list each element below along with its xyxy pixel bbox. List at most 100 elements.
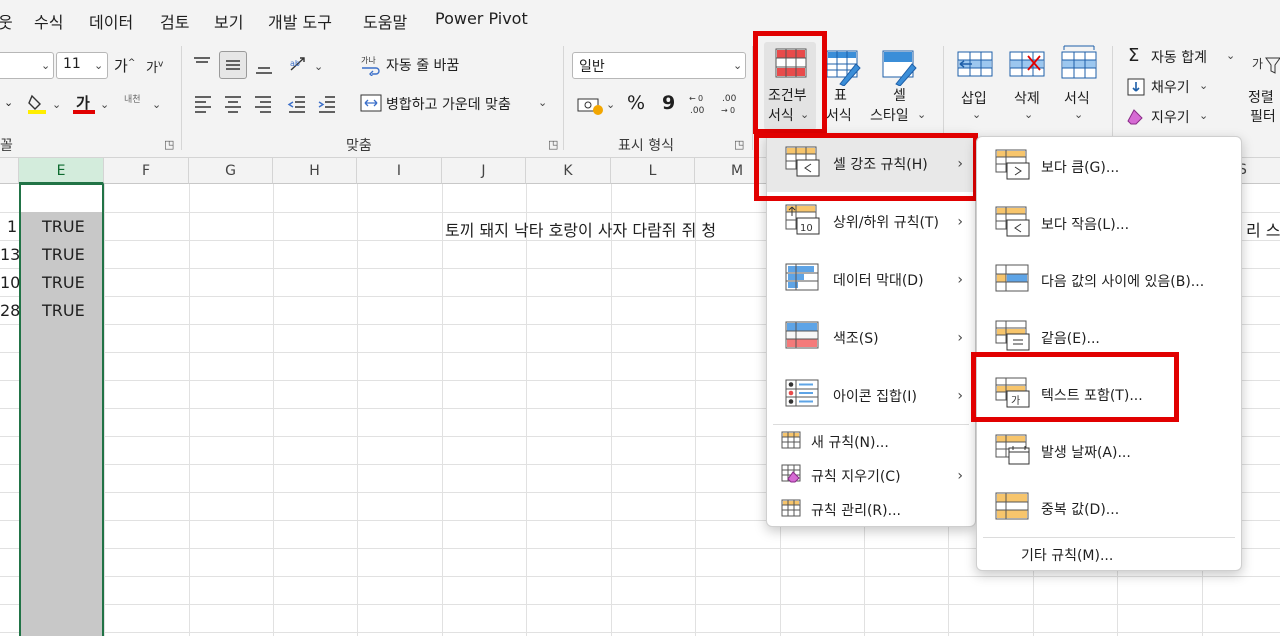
chevron-down-icon[interactable]: ⌄: [538, 96, 547, 109]
increase-indent-icon[interactable]: [317, 94, 337, 118]
delete-button[interactable]: 삭제: [1014, 88, 1040, 108]
menu-item-manage-rules[interactable]: 규칙 관리(R)...: [767, 494, 975, 526]
orientation-icon[interactable]: ab: [288, 54, 310, 80]
gridline: [104, 184, 105, 636]
chevron-down-icon[interactable]: ⌄: [52, 98, 61, 111]
column-header-g[interactable]: G: [189, 158, 273, 184]
align-top-icon[interactable]: [192, 54, 212, 78]
cell-d3[interactable]: 10: [0, 273, 20, 292]
cell-j1[interactable]: 토끼 돼지 낙타 호랑이 사자 다람쥐 쥐 청: [445, 217, 716, 241]
align-center-icon[interactable]: [223, 94, 243, 118]
cell-d4[interactable]: 28: [0, 301, 20, 320]
column-header-i[interactable]: I: [357, 158, 442, 184]
tab-view[interactable]: 보기: [214, 9, 243, 33]
tab-developer[interactable]: 개발 도구: [268, 9, 332, 33]
tab-data[interactable]: 데이터: [89, 9, 133, 33]
wrap-text-icon[interactable]: 가나: [360, 54, 382, 80]
shrink-font-button[interactable]: 가v: [146, 57, 163, 76]
align-right-icon[interactable]: [253, 94, 273, 118]
submenu-item-greater-than[interactable]: 보다 큼(G)...: [977, 139, 1241, 195]
tab-power-pivot[interactable]: Power Pivot: [435, 9, 528, 28]
submenu-item-between[interactable]: 다음 값의 사이에 있음(B)...: [977, 253, 1241, 309]
grow-font-button[interactable]: 가^: [114, 55, 135, 76]
chevron-down-icon[interactable]: ⌄: [1226, 49, 1235, 62]
chevron-down-icon[interactable]: ⌄: [1199, 109, 1208, 122]
percent-button[interactable]: %: [627, 92, 645, 114]
chevron-down-icon[interactable]: ⌄: [314, 60, 323, 73]
column-header-k[interactable]: K: [526, 158, 611, 184]
chevron-down-icon[interactable]: ⌄: [917, 108, 926, 121]
comma-button[interactable]: 9: [662, 92, 675, 114]
column-header-l[interactable]: L: [611, 158, 695, 184]
merge-center-icon[interactable]: [360, 93, 382, 117]
submenu-item-label: 다음 값의 사이에 있음(B)...: [1041, 274, 1205, 290]
font-size-value: 11: [63, 56, 81, 72]
clear-rules-icon: [781, 464, 803, 488]
decrease-decimal-icon[interactable]: .00 → 0: [720, 92, 746, 120]
chevron-right-icon: ›: [957, 214, 963, 230]
format-as-table-button[interactable]: 표: [834, 85, 847, 105]
column-header-e[interactable]: E: [19, 158, 104, 184]
align-left-icon[interactable]: [193, 94, 213, 118]
chevron-down-icon[interactable]: ⌄: [1024, 108, 1033, 121]
menu-item-icon-sets[interactable]: 아이콘 집합(I) ›: [767, 368, 975, 424]
submenu-item-less-than[interactable]: 보다 작음(L)...: [977, 196, 1241, 252]
submenu-item-text-contains[interactable]: 가 텍스트 포함(T)...: [977, 367, 1241, 423]
chevron-down-icon[interactable]: ⌄: [1074, 108, 1083, 121]
column-header-f[interactable]: F: [104, 158, 189, 184]
phonetic-guide-button[interactable]: 내천: [124, 92, 141, 105]
chevron-down-icon[interactable]: ⌄: [606, 98, 615, 111]
format-button[interactable]: 서식: [1064, 88, 1090, 108]
clear-button[interactable]: 지우기: [1151, 107, 1190, 127]
submenu-item-date-occurring[interactable]: 발생 날짜(A)...: [977, 424, 1241, 480]
cell-s1-text[interactable]: 리 스: [1246, 217, 1280, 241]
font-launcher-icon[interactable]: ◳: [164, 138, 174, 151]
fill-button[interactable]: 채우기: [1151, 77, 1190, 97]
autosum-button[interactable]: 자동 합계: [1151, 47, 1207, 67]
column-header-j[interactable]: J: [442, 158, 526, 184]
column-header-h[interactable]: H: [273, 158, 357, 184]
cell-e4[interactable]: TRUE: [42, 301, 85, 320]
submenu-item-more-rules[interactable]: 기타 규칙(M)...: [977, 539, 1241, 571]
cell-d1[interactable]: 1: [7, 217, 17, 236]
insert-button[interactable]: 삽입: [961, 88, 987, 108]
decrease-indent-icon[interactable]: [287, 94, 307, 118]
menu-item-color-scales[interactable]: 색조(S) ›: [767, 310, 975, 366]
chevron-down-icon[interactable]: ⌄: [94, 59, 103, 72]
chevron-down-icon[interactable]: ⌄: [41, 59, 50, 72]
submenu-item-equal-to[interactable]: 같음(E)...: [977, 310, 1241, 366]
tab-layout[interactable]: 웃: [0, 9, 13, 33]
tab-review[interactable]: 검토: [160, 9, 189, 33]
tab-formulas[interactable]: 수식: [34, 9, 63, 33]
chevron-down-icon[interactable]: ⌄: [972, 108, 981, 121]
align-bottom-icon[interactable]: [254, 58, 274, 82]
currency-icon[interactable]: [576, 94, 606, 120]
chevron-down-icon[interactable]: ⌄: [733, 59, 742, 72]
menu-item-top-bottom-rules[interactable]: 10 상위/하위 규칙(T) ›: [767, 194, 975, 250]
chevron-down-icon[interactable]: ⌄: [1199, 79, 1208, 92]
menu-item-new-rule[interactable]: 새 규칙(N)...: [767, 426, 975, 458]
submenu-item-duplicate-values[interactable]: 중복 값(D)...: [977, 481, 1241, 537]
active-cell[interactable]: [21, 185, 102, 212]
number-format-box[interactable]: 일반: [572, 52, 746, 79]
cell-d2[interactable]: 13: [0, 245, 20, 264]
cell-e2[interactable]: TRUE: [42, 245, 85, 264]
alignment-launcher-icon[interactable]: ◳: [548, 138, 558, 151]
menu-item-data-bars[interactable]: 데이터 막대(D) ›: [767, 252, 975, 308]
chevron-down-icon[interactable]: ⌄: [100, 98, 109, 111]
cell-styles-button[interactable]: 셀: [893, 85, 906, 105]
menu-item-clear-rules[interactable]: 규칙 지우기(C) ›: [767, 460, 975, 492]
cell-e1[interactable]: TRUE: [42, 217, 85, 236]
fill-color-icon[interactable]: [26, 92, 48, 118]
merge-center-button[interactable]: 병합하고 가운데 맞춤: [386, 94, 511, 114]
increase-decimal-icon[interactable]: ← 0 .00: [688, 92, 714, 120]
chevron-down-icon[interactable]: ⌄: [152, 98, 161, 111]
tab-help[interactable]: 도움말: [363, 9, 407, 33]
wrap-text-button[interactable]: 자동 줄 바꿈: [386, 55, 459, 75]
align-middle-button[interactable]: [219, 51, 247, 79]
sort-filter-button[interactable]: 정렬: [1248, 87, 1274, 107]
number-launcher-icon[interactable]: ◳: [734, 138, 744, 151]
menu-item-highlight-cells-rules[interactable]: 셀 강조 규칙(H) ›: [767, 136, 975, 192]
chevron-down-icon[interactable]: ⌄: [4, 96, 13, 109]
cell-e3[interactable]: TRUE: [42, 273, 85, 292]
